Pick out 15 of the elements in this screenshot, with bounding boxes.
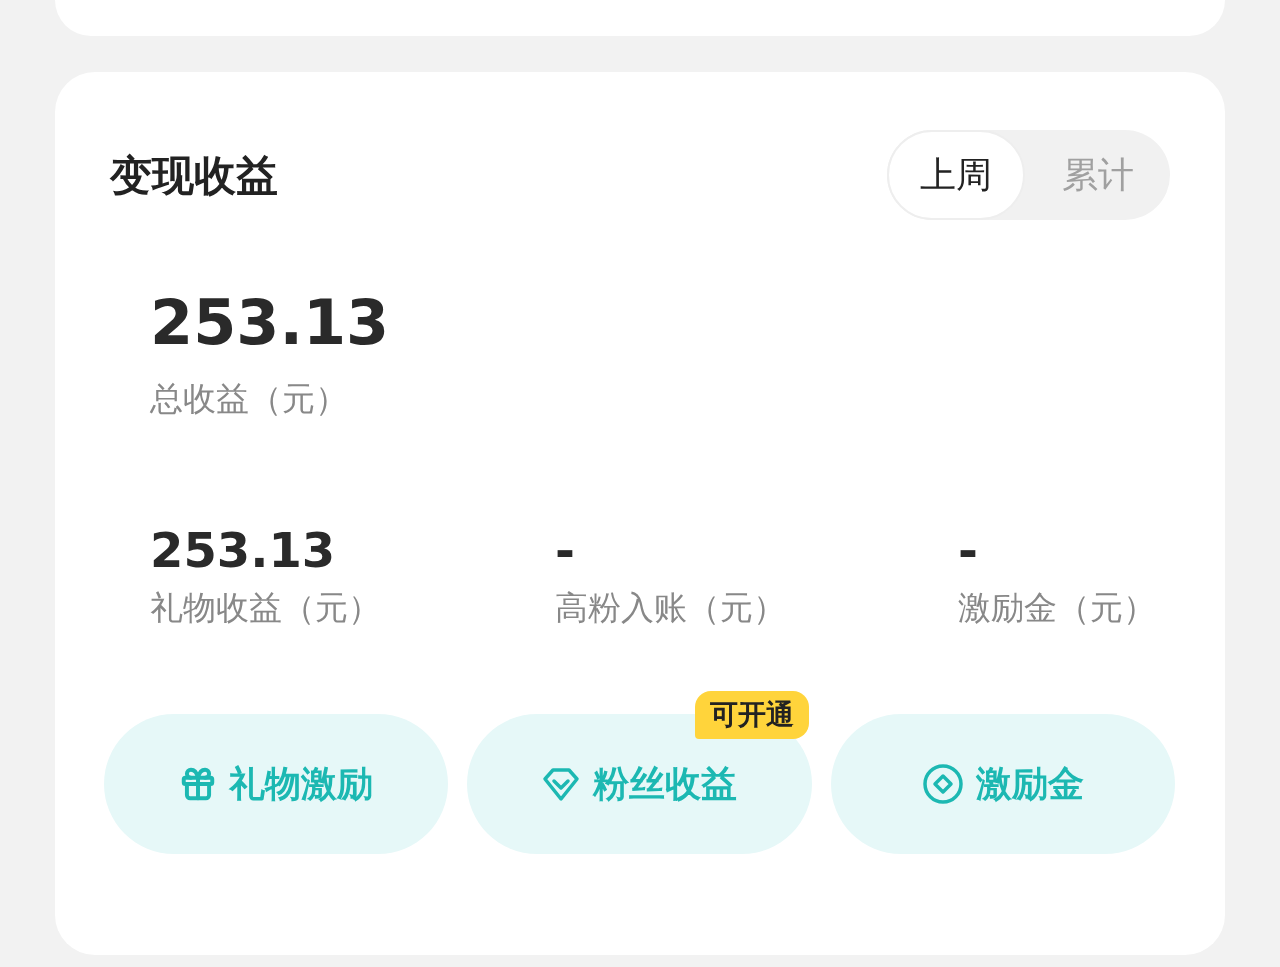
coin-icon: [921, 763, 964, 805]
metric-label: 高粉入账（元）: [555, 591, 787, 624]
period-tab[interactable]: 累计: [1025, 130, 1170, 220]
metric-value: -: [958, 523, 979, 577]
period-tab[interactable]: 上周: [887, 130, 1025, 220]
metric-label: 激励金（元）: [958, 591, 1157, 624]
status-badge: 可开通: [694, 691, 809, 739]
metric-value: -: [555, 523, 576, 577]
metric-label: 礼物收益（元）: [150, 591, 382, 624]
action-button[interactable]: 礼物激励: [104, 714, 449, 854]
total-amount: 253.13: [150, 292, 391, 354]
metric-value: 253.13: [150, 523, 337, 577]
total-label: 总收益（元）: [150, 382, 349, 415]
section-title: 变现收益: [110, 149, 278, 202]
action-button[interactable]: 激励金: [830, 714, 1175, 854]
